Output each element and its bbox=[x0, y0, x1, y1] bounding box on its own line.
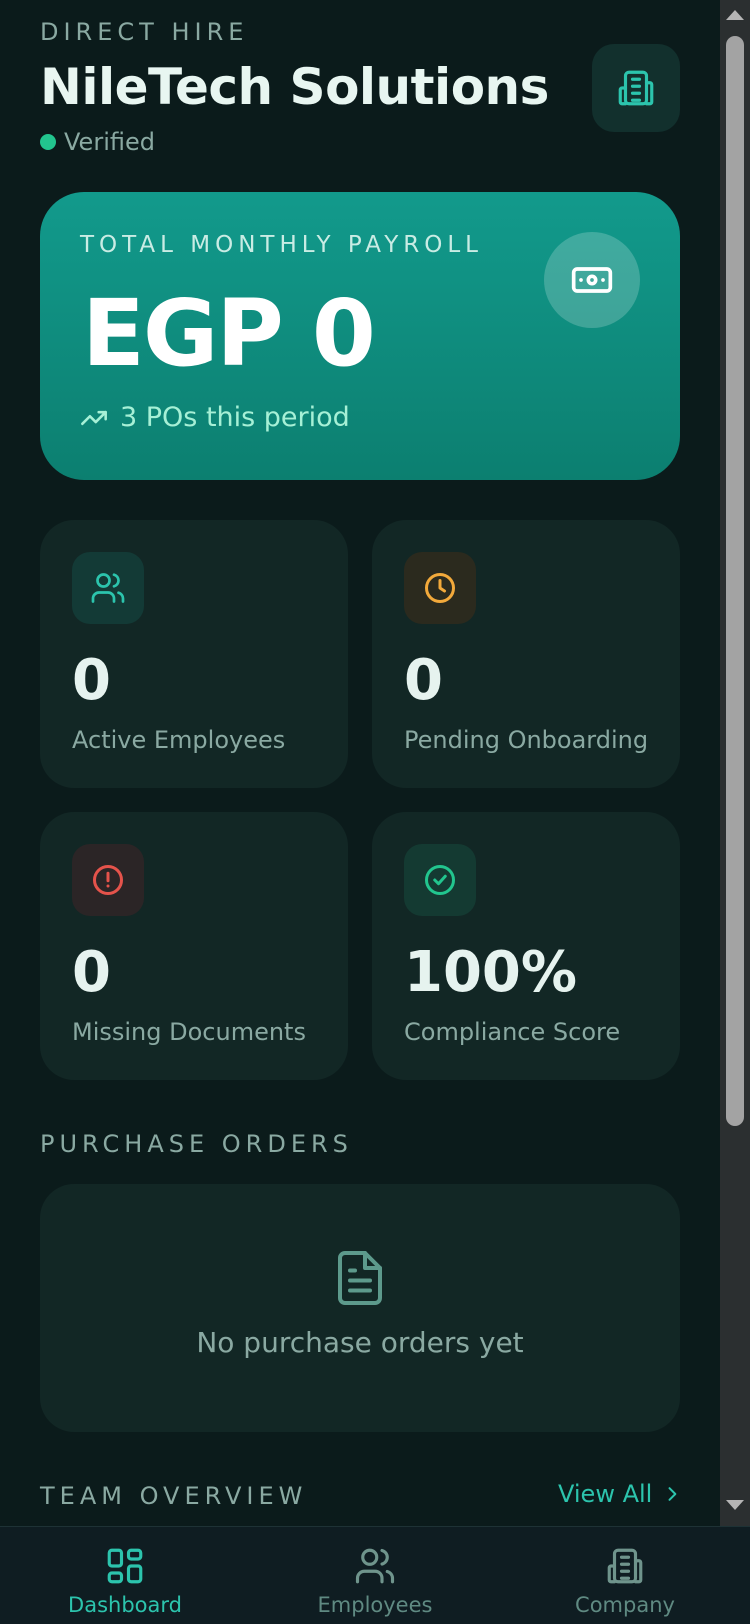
scroll-down-arrow-icon[interactable] bbox=[726, 1500, 744, 1510]
payroll-icon-badge bbox=[544, 232, 640, 328]
building-icon bbox=[618, 70, 654, 106]
purchase-orders-empty-text: No purchase orders yet bbox=[196, 1326, 524, 1359]
status-text: Verified bbox=[64, 128, 155, 156]
payroll-summary-card[interactable]: TOTAL MONTHLY PAYROLL EGP 0 3 POs this p… bbox=[40, 192, 680, 480]
stat-value: 0 bbox=[72, 940, 111, 1005]
stat-value: 100% bbox=[404, 940, 578, 1005]
nav-label: Company bbox=[575, 1593, 675, 1617]
banknote-icon bbox=[571, 267, 613, 293]
scroll-up-arrow-icon[interactable] bbox=[726, 10, 744, 20]
document-icon bbox=[338, 1251, 382, 1305]
stat-label: Missing Documents bbox=[72, 1018, 306, 1046]
stat-card-missing-documents[interactable]: 0 Missing Documents bbox=[40, 812, 348, 1080]
purchase-orders-empty-state: No purchase orders yet bbox=[40, 1184, 680, 1432]
bottom-navigation: Dashboard Employees Company bbox=[0, 1526, 750, 1624]
company-profile-button[interactable] bbox=[592, 44, 680, 132]
stat-label: Active Employees bbox=[72, 726, 286, 754]
stat-value: 0 bbox=[404, 648, 443, 713]
view-all-label: View All bbox=[558, 1480, 653, 1508]
stat-label: Compliance Score bbox=[404, 1018, 621, 1046]
clock-icon bbox=[425, 573, 455, 603]
nav-item-employees[interactable]: Employees bbox=[275, 1545, 475, 1617]
alert-circle-icon bbox=[93, 865, 123, 895]
nav-label: Employees bbox=[317, 1593, 433, 1617]
team-overview-title: TEAM OVERVIEW bbox=[40, 1482, 308, 1510]
stat-icon-badge bbox=[72, 552, 144, 624]
stat-card-compliance-score[interactable]: 100% Compliance Score bbox=[372, 812, 680, 1080]
nav-label: Dashboard bbox=[68, 1593, 182, 1617]
payroll-trend: 3 POs this period bbox=[80, 402, 350, 433]
stat-card-pending-onboarding[interactable]: 0 Pending Onboarding bbox=[372, 520, 680, 788]
purchase-orders-title: PURCHASE ORDERS bbox=[40, 1130, 353, 1158]
stat-icon-badge bbox=[72, 844, 144, 916]
stat-icon-badge bbox=[404, 844, 476, 916]
nav-item-dashboard[interactable]: Dashboard bbox=[25, 1545, 225, 1617]
payroll-trend-text: 3 POs this period bbox=[120, 402, 350, 433]
view-all-link[interactable]: View All bbox=[558, 1480, 682, 1508]
scrollbar-thumb[interactable] bbox=[726, 36, 744, 1126]
company-name: NileTech Solutions bbox=[40, 58, 549, 116]
vertical-scrollbar[interactable] bbox=[720, 0, 750, 1526]
stat-icon-badge bbox=[404, 552, 476, 624]
stat-value: 0 bbox=[72, 648, 111, 713]
check-circle-icon bbox=[425, 865, 455, 895]
status-dot bbox=[40, 134, 56, 150]
stat-card-active-employees[interactable]: 0 Active Employees bbox=[40, 520, 348, 788]
chevron-right-icon bbox=[668, 1487, 677, 1501]
payroll-label: TOTAL MONTHLY PAYROLL bbox=[80, 232, 484, 258]
dashboard-page: DIRECT HIRE NileTech Solutions Verified … bbox=[0, 0, 720, 1526]
users-icon bbox=[355, 1548, 395, 1584]
stat-label: Pending Onboarding bbox=[404, 726, 649, 754]
verification-status: Verified bbox=[40, 128, 155, 156]
dashboard-grid-icon bbox=[107, 1548, 143, 1584]
nav-item-company[interactable]: Company bbox=[525, 1545, 725, 1617]
hire-type-label: DIRECT HIRE bbox=[40, 18, 249, 46]
payroll-amount: EGP 0 bbox=[82, 280, 376, 387]
building-icon bbox=[607, 1548, 643, 1584]
users-icon bbox=[91, 573, 125, 603]
trending-up-icon bbox=[81, 410, 107, 425]
